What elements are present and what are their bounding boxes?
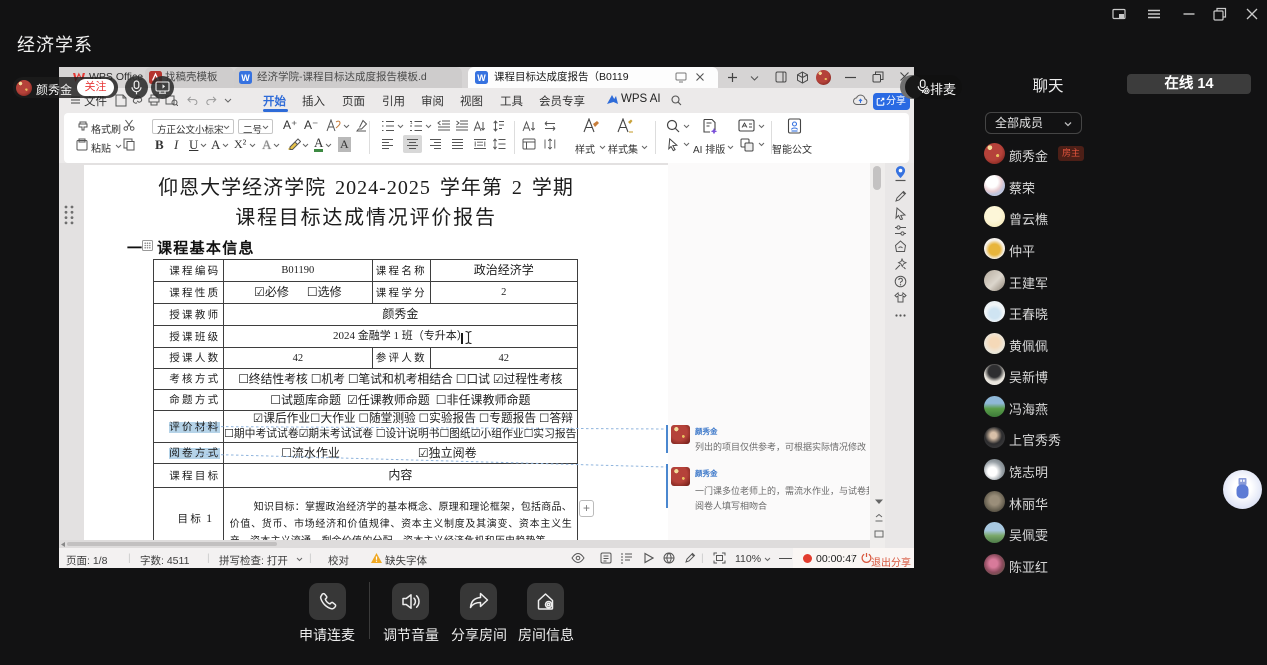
svg-text:W: W: [241, 73, 250, 83]
svg-text:1: 1: [410, 120, 413, 125]
svg-text:W: W: [477, 73, 486, 83]
